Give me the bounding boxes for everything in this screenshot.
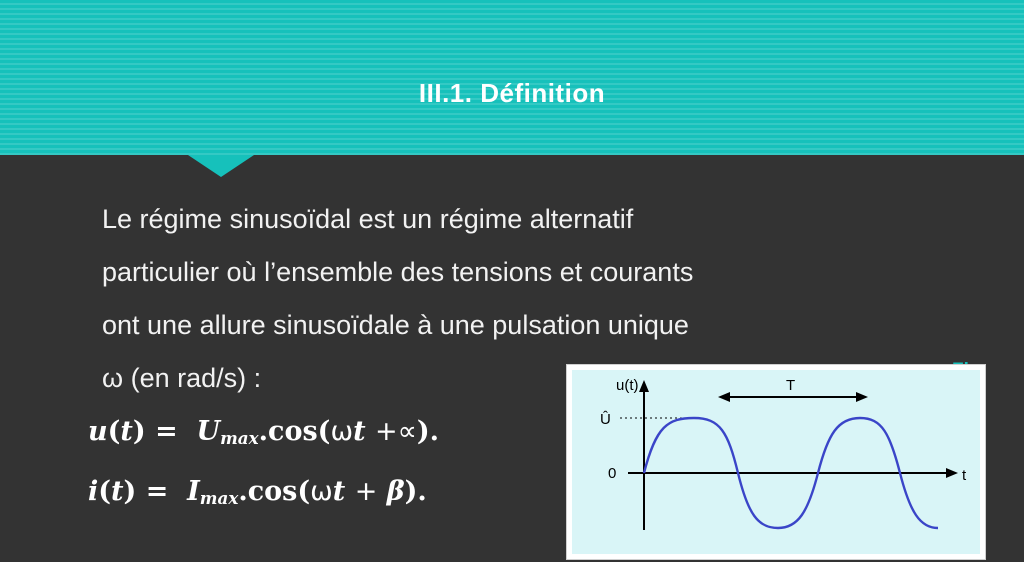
formula-current-close: ). (404, 476, 427, 508)
formula-current-dot: . (238, 476, 248, 508)
figure-period-label: T (786, 377, 795, 394)
formula-voltage-fn: u (88, 416, 108, 447)
formula-voltage-amplitude-sub: max (220, 428, 259, 449)
formula-voltage-var: t (120, 416, 133, 447)
body-paragraph-line-2: particulier où l’ensemble des tensions e… (102, 257, 694, 287)
body-paragraph-line-3: ont une allure sinusoïdale à une pulsati… (102, 310, 689, 340)
formula-current-amplitude: I (187, 476, 200, 508)
formula-voltage-omega: ω (330, 416, 354, 447)
formula-voltage-cos: cos( (268, 416, 331, 447)
figure-amplitude-label: Û (600, 411, 611, 428)
formula-voltage-dot: . (258, 416, 269, 447)
formula-current-amplitude-sub: max (199, 488, 239, 509)
formula-voltage-time: t (353, 416, 366, 447)
formula-voltage-close: ). (416, 416, 440, 447)
figure-svg: u(t) Û 0 t T (600, 377, 967, 530)
formula-voltage-amplitude: U (196, 416, 221, 447)
figure-canvas: u(t) Û 0 t T (572, 370, 980, 554)
figure-period-arrow-right (856, 392, 868, 402)
formula-current-equals: = (145, 476, 169, 508)
figure-period-arrow-left (718, 392, 730, 402)
header-notch-arrow (188, 155, 254, 177)
bottom-strip (0, 562, 1024, 576)
formula-current-plus: + (354, 476, 378, 508)
slide: III.1. Définition Le régime sinusoïdal e… (0, 0, 1024, 576)
formula-current-phase: β (386, 476, 405, 508)
formula-voltage-phase: ∝ (397, 416, 417, 447)
figure-origin-label: 0 (608, 465, 616, 482)
formula-current-cos: cos( (247, 476, 311, 508)
page-title: III.1. Définition (418, 78, 606, 108)
figure-x-label: t (962, 467, 967, 484)
header-band: III.1. Définition (0, 0, 1024, 155)
formula-voltage-plus: + (374, 416, 398, 447)
figure-sinusoid: u(t) Û 0 t T (566, 364, 986, 560)
figure-y-axis-arrow (639, 380, 649, 392)
formula-current-var: t (111, 476, 124, 508)
formula-current-fn: i (88, 476, 99, 508)
formula-current-time: t (332, 476, 346, 508)
formula-current-omega: ω (310, 476, 333, 508)
figure-y-label: u(t) (616, 377, 639, 394)
figure-x-axis-arrow (946, 468, 958, 478)
formula-voltage-equals: = (155, 416, 178, 447)
body-paragraph-line-1: Le régime sinusoïdal est un régime alter… (102, 204, 634, 234)
